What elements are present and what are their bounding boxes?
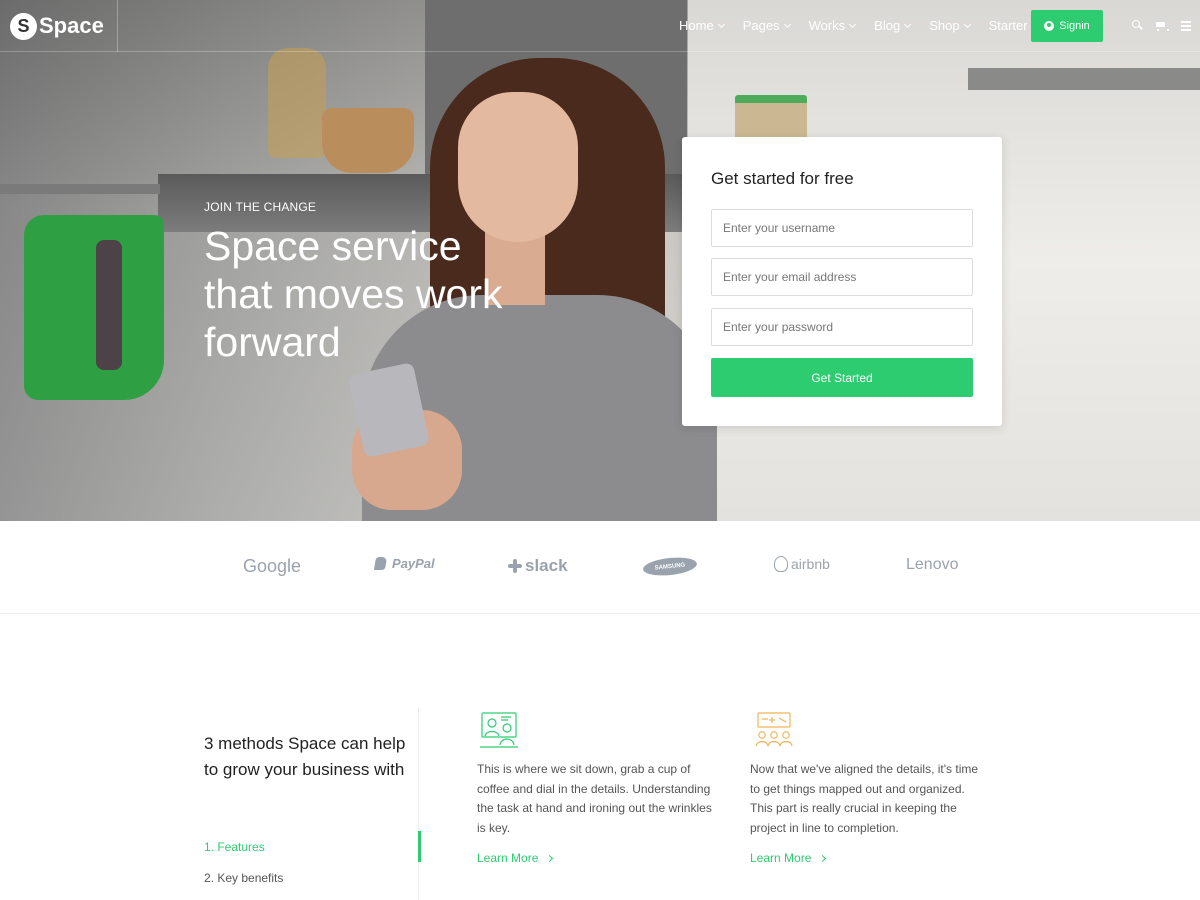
menu-label: Starter	[988, 18, 1028, 33]
feature-text: Now that we've aligned the details, it's…	[750, 762, 979, 835]
signin-label: Signin	[1059, 20, 1090, 32]
green-towel	[24, 215, 164, 400]
slack-logo-text: slack	[525, 556, 568, 575]
chevron-down-icon	[963, 20, 971, 28]
chevron-down-icon	[783, 20, 791, 28]
learn-more-label: Learn More	[750, 851, 812, 865]
search-icon[interactable]	[1132, 20, 1144, 32]
tab-features[interactable]: 1. Features	[204, 840, 265, 854]
menu-item-shop[interactable]: Shop	[929, 18, 971, 33]
user-icon	[1044, 21, 1055, 31]
airbnb-logo-text: airbnb	[791, 556, 830, 572]
samsung-logo-text: SAMSUNG	[642, 555, 698, 578]
logo-mark-icon: S	[10, 12, 37, 40]
slack-icon	[508, 559, 522, 573]
team-icon	[755, 712, 793, 747]
chevron-down-icon	[717, 20, 725, 28]
signin-button[interactable]: Signin	[1031, 10, 1103, 42]
lenovo-logo: Lenovo	[906, 556, 959, 574]
menu-item-blog[interactable]: Blog	[874, 18, 912, 33]
email-input[interactable]: Enter your email address	[711, 258, 973, 296]
tab-key-benefits[interactable]: 2. Key benefits	[204, 871, 283, 885]
menu-label: Works	[808, 18, 846, 33]
towel-stripe	[96, 240, 122, 370]
signup-form-card: Get started for free Enter your username…	[682, 137, 1002, 426]
menu-item-pages[interactable]: Pages	[742, 18, 791, 33]
hero-headline: Space service that moves work forward	[204, 223, 503, 365]
chevron-down-icon	[904, 20, 912, 28]
menu-icon[interactable]	[1181, 20, 1193, 32]
slack-logo: slack	[508, 556, 568, 576]
jar-decor	[735, 95, 807, 143]
lenovo-logo-text: Lenovo	[906, 556, 959, 573]
airbnb-logo: airbnb	[774, 556, 830, 572]
learn-more-label: Learn More	[477, 851, 539, 865]
airbnb-icon	[774, 556, 788, 572]
learn-more-link[interactable]: Learn More	[750, 851, 827, 865]
paypal-logo-text: PayPal	[392, 556, 435, 571]
section-divider	[418, 708, 419, 900]
top-navbar: S Space Home Pages Works Blog Shop Start…	[0, 0, 1200, 52]
password-input[interactable]: Enter your password	[711, 308, 973, 346]
menu-item-home[interactable]: Home	[679, 18, 725, 33]
chevron-right-icon	[546, 854, 554, 862]
towel-rail	[0, 184, 160, 194]
features-title: 3 methods Space can help to grow your bu…	[204, 734, 406, 779]
feature-text: This is where we sit down, grab a cup of…	[477, 762, 712, 835]
samsung-logo: SAMSUNG	[642, 555, 698, 578]
google-logo-text: Google	[243, 556, 302, 576]
hero-eyebrow: JOIN THE CHANGE	[204, 200, 317, 214]
menu-label: Pages	[742, 18, 780, 33]
menu-label: Home	[679, 18, 714, 33]
paypal-logo: PayPal	[373, 556, 435, 571]
get-started-button[interactable]: Get Started	[711, 358, 973, 397]
learn-more-link[interactable]: Learn More	[477, 851, 554, 865]
google-logo: Google	[243, 556, 301, 577]
kitchen-shelf-right	[968, 68, 1200, 90]
hero-background-photo	[0, 0, 1200, 521]
woman-face	[458, 92, 578, 242]
main-menu: Home Pages Works Blog Shop Starter	[679, 18, 1047, 33]
cart-icon[interactable]	[1155, 20, 1169, 32]
menu-label: Shop	[929, 18, 960, 33]
flask-decor	[268, 48, 326, 158]
bowl-decor	[322, 108, 414, 173]
signup-title: Get started for free	[711, 169, 854, 188]
site-logo[interactable]: S Space	[10, 12, 104, 40]
menu-item-starter[interactable]: Starter	[989, 18, 1028, 33]
presentation-icon	[480, 712, 518, 748]
username-input[interactable]: Enter your username	[711, 209, 973, 247]
active-tab-indicator	[418, 831, 421, 862]
logo-text: Space	[39, 13, 104, 38]
menu-label: Blog	[874, 18, 901, 33]
logo-divider	[117, 0, 118, 52]
chevron-right-icon	[819, 854, 827, 862]
menu-item-works[interactable]: Works	[808, 18, 857, 33]
chevron-down-icon	[849, 20, 857, 28]
paypal-icon	[373, 557, 388, 570]
brand-logos-strip: Google PayPal slack SAMSUNG airbnb Lenov…	[0, 521, 1200, 614]
